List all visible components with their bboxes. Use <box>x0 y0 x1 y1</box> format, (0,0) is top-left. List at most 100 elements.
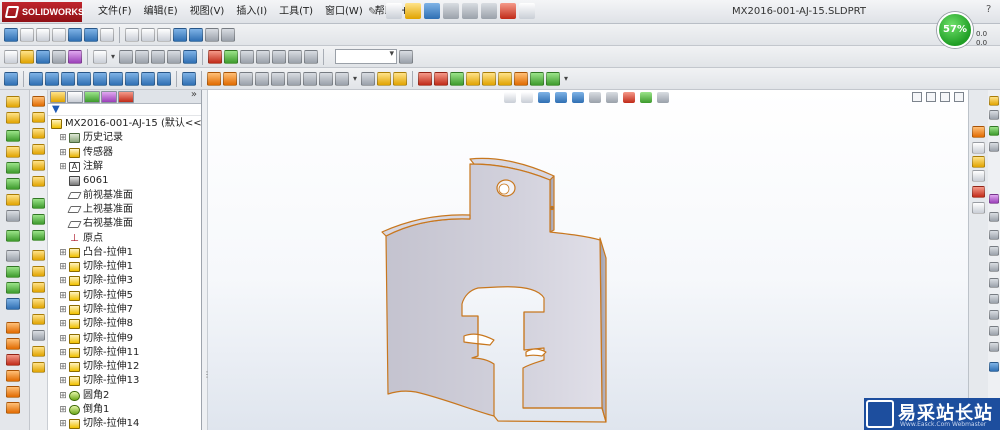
options-icon[interactable] <box>68 49 82 64</box>
expand-toggle-icon[interactable]: ⊞ <box>58 131 68 145</box>
right-tool-9-icon[interactable] <box>989 262 999 272</box>
part-model[interactable] <box>208 90 968 430</box>
sketch-toolbar-icon[interactable] <box>377 71 392 86</box>
line-icon[interactable] <box>418 71 433 86</box>
centerline-side-icon[interactable] <box>32 282 45 293</box>
tree-root[interactable]: MX2016-001-AJ-15 (默认<<默 <box>48 117 212 131</box>
sketch-mode-icon[interactable] <box>6 298 20 310</box>
print-toolbar-icon[interactable] <box>52 49 66 64</box>
render-region-icon[interactable] <box>304 49 319 64</box>
fillet-toolbar-icon[interactable] <box>271 71 285 86</box>
new-file-icon[interactable] <box>386 3 402 19</box>
expand-toggle-icon[interactable]: ⊞ <box>58 289 68 303</box>
revolve-boss-icon[interactable] <box>223 71 237 86</box>
normal-to-icon[interactable] <box>182 71 196 86</box>
ellipse-side-icon[interactable] <box>32 214 45 225</box>
layers-icon[interactable] <box>167 49 182 64</box>
tree-item[interactable]: ⊞ 历史记录 <box>48 131 201 145</box>
curves-icon[interactable] <box>6 266 20 278</box>
revolved-boss-icon[interactable] <box>6 112 20 124</box>
filter-icon[interactable] <box>119 49 134 64</box>
expand-toggle-icon[interactable]: ⊞ <box>58 274 68 288</box>
dimetric-view-icon[interactable] <box>157 71 171 86</box>
relations-icon[interactable] <box>546 71 561 86</box>
expand-toggle-icon[interactable]: ⊞ <box>58 332 68 346</box>
shell-icon[interactable] <box>303 71 317 86</box>
arc-side-icon[interactable] <box>32 144 45 155</box>
appearances-scenes-icon[interactable] <box>972 186 985 198</box>
sketch-icon[interactable] <box>4 27 18 42</box>
tree-item[interactable]: ⊞ 切除-拉伸1 <box>48 260 201 274</box>
expand-toggle-icon[interactable]: ⊞ <box>58 374 68 388</box>
tree-item[interactable]: ⊞ 切除-拉伸12 <box>48 360 201 374</box>
expand-toggle-icon[interactable]: ⊞ <box>58 246 68 260</box>
render-icon[interactable] <box>288 49 303 64</box>
expand-toggle-icon[interactable]: ⊞ <box>58 303 68 317</box>
mirror-entities-side-icon[interactable] <box>32 346 45 357</box>
new-icon[interactable] <box>4 49 18 64</box>
menu-window[interactable]: 窗口(W) <box>319 0 369 24</box>
open-icon[interactable] <box>20 49 34 64</box>
right-tool-15-icon[interactable] <box>989 362 999 372</box>
tree-item[interactable]: ⊞ 切除-拉伸9 <box>48 331 201 345</box>
right-tool-8-icon[interactable] <box>989 246 999 256</box>
camera-icon[interactable] <box>272 49 287 64</box>
wireframe-icon[interactable] <box>125 27 139 42</box>
tree-item[interactable]: ⊞ 传感器 <box>48 146 201 160</box>
rotate-view-icon[interactable] <box>68 27 82 42</box>
scene-icon[interactable] <box>224 49 239 64</box>
tree-item[interactable]: 6061 <box>48 174 201 188</box>
expand-toggle-icon[interactable]: ⊞ <box>58 160 68 174</box>
fillet-side-icon[interactable] <box>32 230 45 241</box>
shaded-icon[interactable] <box>189 27 203 42</box>
help-icon[interactable]: ? <box>986 4 991 15</box>
boundary-boss-icon[interactable] <box>6 162 20 174</box>
expand-toggle-icon[interactable]: ⊞ <box>58 403 68 417</box>
circle-side-icon[interactable] <box>32 128 45 139</box>
point-icon[interactable] <box>498 71 513 86</box>
smart-dimension-icon[interactable] <box>393 71 408 86</box>
expand-toggle-icon[interactable]: ⊞ <box>58 346 68 360</box>
dimxpert-tab-icon[interactable] <box>101 91 117 103</box>
save-toolbar-icon[interactable] <box>36 49 50 64</box>
tree-item[interactable]: ⊞ 切除-拉伸3 <box>48 274 201 288</box>
hole-wizard-icon[interactable] <box>361 71 376 86</box>
decal-icon[interactable] <box>240 49 255 64</box>
tree-item[interactable]: ⊞ 凸台-拉伸1 <box>48 246 201 260</box>
right-tool-10-icon[interactable] <box>989 278 999 288</box>
chevron-down-icon[interactable]: ▾ <box>564 74 568 83</box>
linear-pattern-icon[interactable] <box>6 230 20 242</box>
expand-panel-icon[interactable]: » <box>191 89 197 100</box>
redo-icon[interactable] <box>481 3 497 19</box>
left-view-icon[interactable] <box>61 71 75 86</box>
expand-toggle-icon[interactable]: ⊞ <box>58 389 68 403</box>
right-tool-12-icon[interactable] <box>989 310 999 320</box>
arc-icon[interactable] <box>466 71 481 86</box>
tree-item[interactable]: ⊞ 倒角1 <box>48 403 201 417</box>
pattern-side-icon[interactable] <box>32 362 45 373</box>
expand-toggle-icon[interactable]: ⊞ <box>58 360 68 374</box>
tree-item[interactable]: 前视基准面 <box>48 188 201 202</box>
tree-item[interactable]: ⊞ 切除-拉伸11 <box>48 346 201 360</box>
back-view-icon[interactable] <box>45 71 59 86</box>
loft-icon[interactable] <box>255 71 269 86</box>
rib-icon[interactable] <box>319 71 333 86</box>
point-side-icon[interactable] <box>32 266 45 277</box>
combine-icon[interactable] <box>6 402 20 414</box>
custom-properties-icon[interactable] <box>972 202 985 214</box>
layer-properties-icon[interactable] <box>399 49 414 64</box>
right-tool-13-icon[interactable] <box>989 326 999 336</box>
draft-icon[interactable] <box>335 71 349 86</box>
appearance-icon[interactable] <box>208 49 223 64</box>
display-manager-tab-icon[interactable] <box>118 91 134 103</box>
menu-view[interactable]: 视图(V) <box>184 0 231 24</box>
spline-side-icon[interactable] <box>32 198 45 209</box>
intersect-icon[interactable] <box>6 370 20 382</box>
rectangle-side-icon[interactable] <box>32 112 45 123</box>
design-library-icon[interactable] <box>972 142 985 154</box>
feature-manager-tab-icon[interactable] <box>50 91 66 103</box>
undo-icon[interactable] <box>462 3 478 19</box>
tree-item[interactable]: ⊞ 切除-拉伸7 <box>48 303 201 317</box>
slot-side-icon[interactable] <box>32 176 45 187</box>
tree-item[interactable]: ⊞ 切除-拉伸5 <box>48 289 201 303</box>
